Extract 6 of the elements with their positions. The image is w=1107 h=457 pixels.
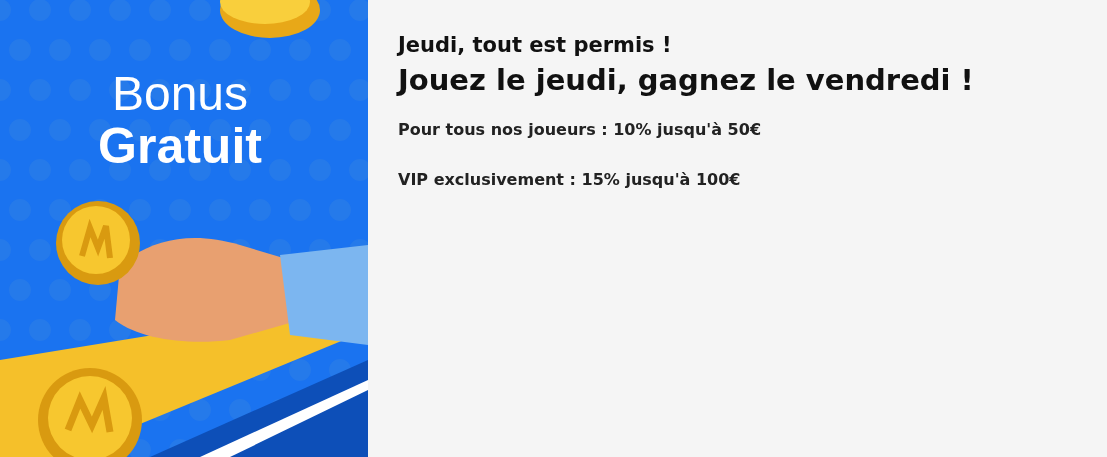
banner-title: Gratuit — [98, 120, 262, 172]
offer-text: Pour tous nos joueurs : 10% jusqu'à 50€ — [398, 120, 762, 140]
promo-heading: Jouez le jeudi, gagnez le vendredi ! — [398, 62, 974, 99]
promo-subtitle: Jeudi, tout est permis ! — [398, 32, 673, 59]
offer-text: VIP exclusivement : 15% jusqu'à 100€ — [398, 170, 742, 190]
banner-title: Bonus — [111, 68, 249, 120]
